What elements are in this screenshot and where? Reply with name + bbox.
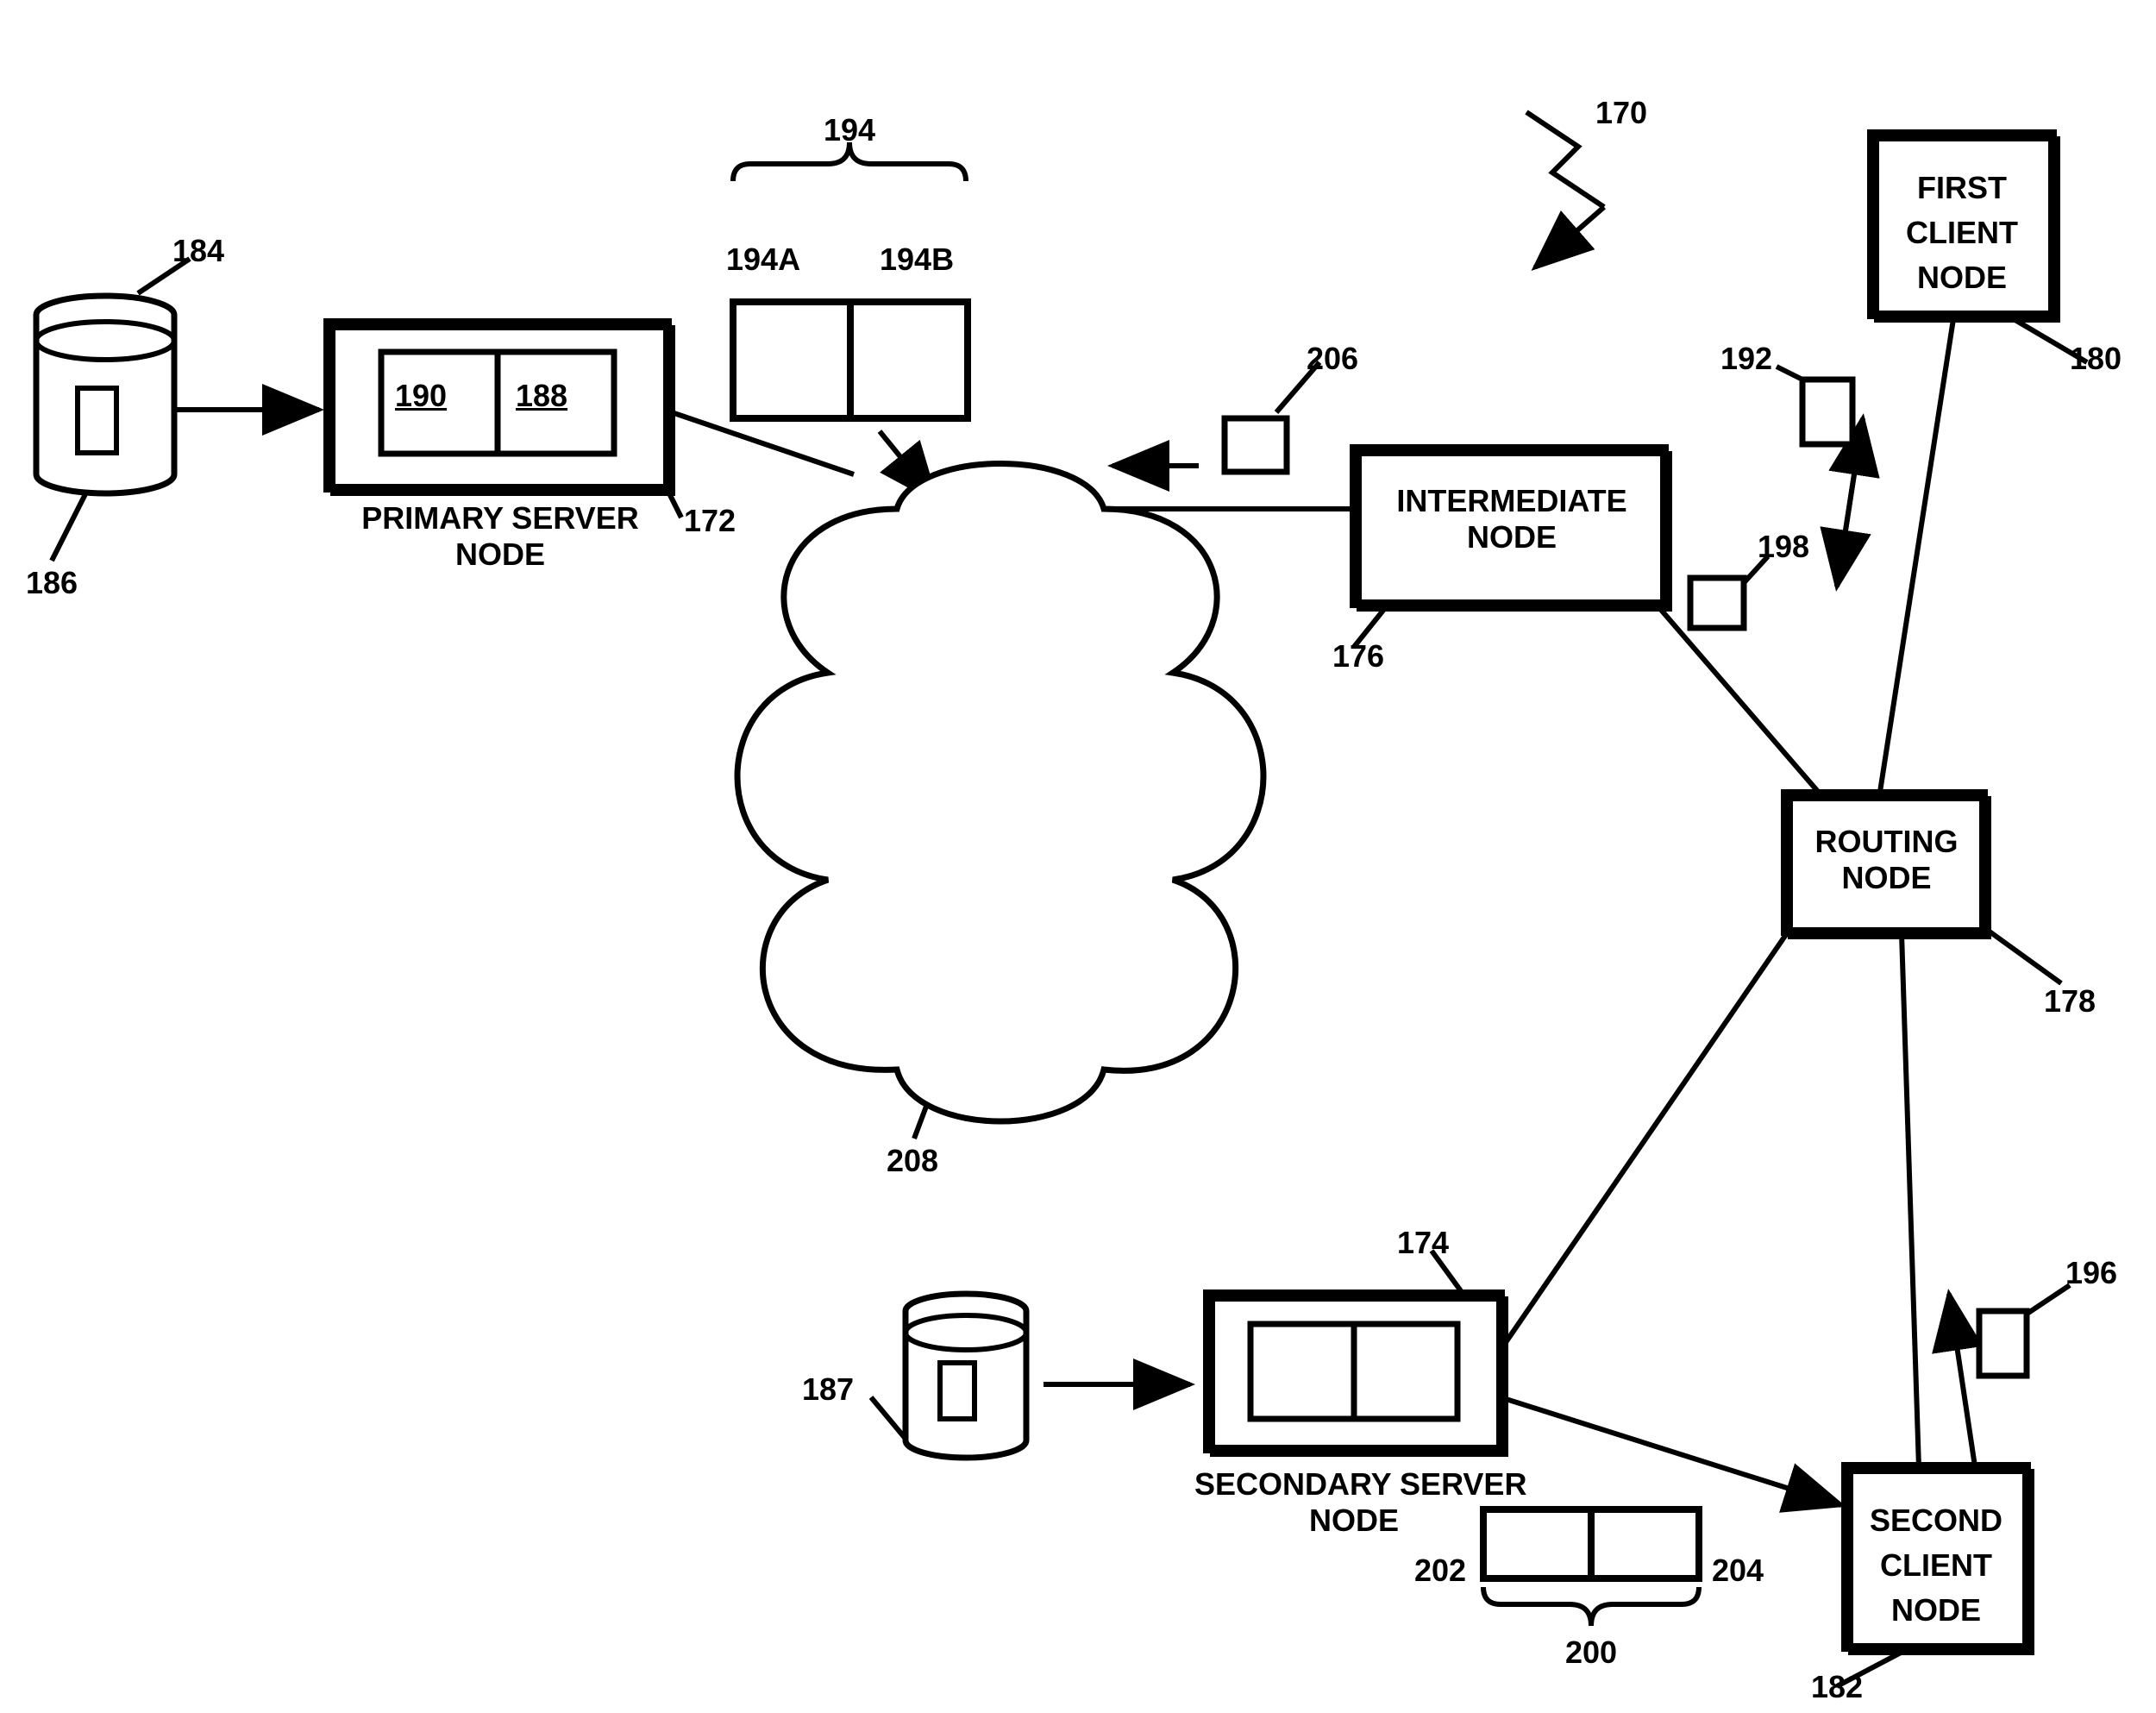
cloud-icon bbox=[737, 464, 1263, 1122]
ref-176: 176 bbox=[1332, 638, 1384, 675]
ref-186: 186 bbox=[26, 565, 78, 601]
storage-right bbox=[906, 1294, 1026, 1458]
ref-208: 208 bbox=[887, 1143, 938, 1179]
arrow-secondary-secondclient bbox=[1501, 1397, 1841, 1505]
ref-200: 200 bbox=[1565, 1635, 1617, 1671]
packet-194 bbox=[733, 302, 968, 418]
network-diagram: 190 188 PRIMARY SERVER NODE 172 SECONDAR… bbox=[0, 0, 2156, 1709]
ref-180: 180 bbox=[2070, 341, 2122, 377]
ref-194B: 194B bbox=[880, 242, 954, 278]
ref-170: 170 bbox=[1595, 95, 1647, 131]
ref-182: 182 bbox=[1811, 1669, 1863, 1705]
leader-178 bbox=[1984, 927, 2061, 983]
ref-178: 178 bbox=[2044, 983, 2096, 1020]
ref-174: 174 bbox=[1397, 1225, 1449, 1261]
ref-192: 192 bbox=[1720, 341, 1772, 377]
second-client-label: SECOND CLIENT NODE bbox=[1850, 1498, 2022, 1634]
ref-187: 187 bbox=[802, 1371, 854, 1408]
line-firstclient-routing bbox=[1880, 319, 1953, 792]
line-routing-secondary bbox=[1501, 933, 1787, 1350]
ref-206: 206 bbox=[1307, 341, 1358, 377]
ref-196: 196 bbox=[2065, 1255, 2117, 1291]
secondary-server-node bbox=[1207, 1294, 1506, 1454]
primary-server-label: PRIMARY SERVER NODE bbox=[319, 500, 681, 573]
first-client-label: FIRST CLIENT NODE bbox=[1876, 166, 2048, 301]
routing-label: ROUTING NODE bbox=[1789, 824, 1984, 896]
ref-184: 184 bbox=[172, 233, 224, 269]
packet-196 bbox=[1979, 1311, 2027, 1376]
packet-200 bbox=[1483, 1509, 1699, 1578]
ref-202: 202 bbox=[1414, 1553, 1466, 1589]
ref-194A: 194A bbox=[726, 242, 800, 278]
brace-200 bbox=[1483, 1587, 1699, 1626]
arrow-170 bbox=[1535, 207, 1604, 267]
ref-172: 172 bbox=[684, 503, 736, 539]
primary-server-node bbox=[328, 323, 673, 493]
arrow-secondclient-up bbox=[1949, 1294, 1975, 1466]
line-routing-secondclient bbox=[1902, 933, 1919, 1468]
line-intermediate-routing bbox=[1656, 604, 1820, 794]
ref-194: 194 bbox=[824, 112, 875, 148]
packet-206 bbox=[1225, 418, 1287, 472]
packet-192 bbox=[1802, 380, 1852, 444]
packet-198 bbox=[1690, 578, 1744, 628]
primary-inner-left: 190 bbox=[395, 378, 447, 414]
storage-left bbox=[36, 296, 174, 493]
intermediate-label: INTERMEDIATE NODE bbox=[1365, 483, 1658, 555]
ref-198: 198 bbox=[1758, 529, 1809, 565]
lightning-170 bbox=[1526, 112, 1604, 207]
secondary-server-label: SECONDARY SERVER NODE bbox=[1194, 1466, 1514, 1539]
primary-inner-right: 188 bbox=[516, 378, 567, 414]
ref-204: 204 bbox=[1712, 1553, 1764, 1589]
